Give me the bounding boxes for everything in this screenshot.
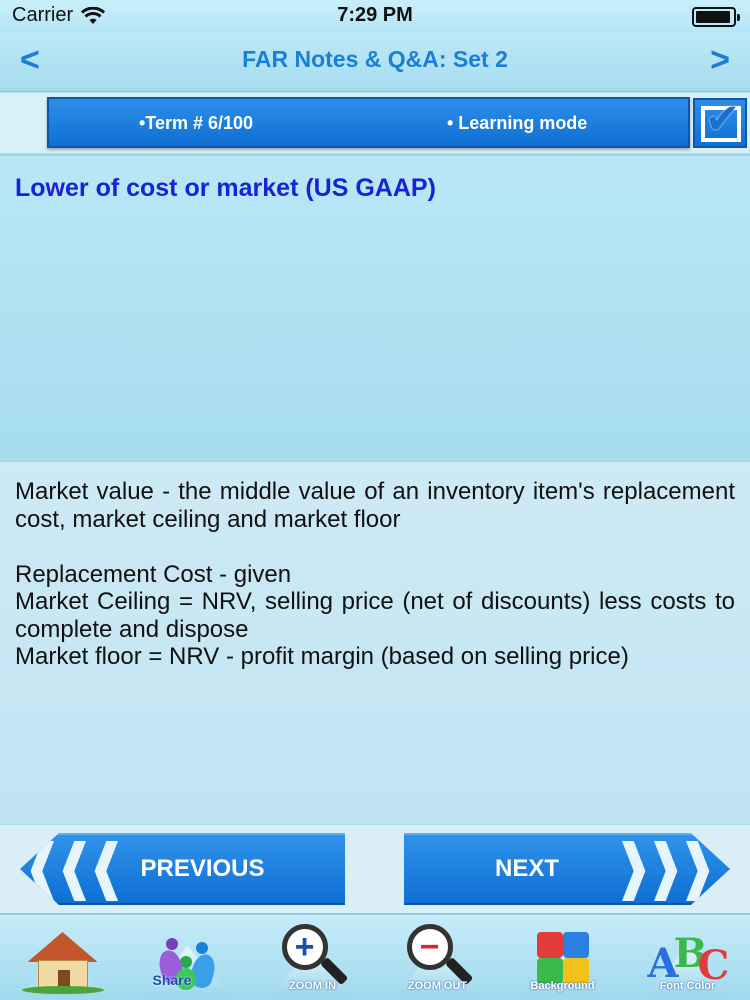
next-set-button[interactable]: >: [710, 40, 730, 80]
background-button[interactable]: Background: [508, 916, 618, 1000]
battery-icon: [692, 7, 740, 27]
definition-text: Market value - the middle value of an in…: [15, 478, 735, 671]
clock: 7:29 PM: [337, 4, 413, 26]
definition-line: Market value - the middle value of an in…: [15, 478, 735, 533]
page-title: FAR Notes & Q&A: Set 2: [242, 46, 508, 72]
zoom-in-button[interactable]: + ZOOM IN: [258, 916, 368, 1000]
navigation-bar: < FAR Notes & Q&A: Set 2 >: [0, 32, 750, 92]
term-strip: •Term # 6/100 • Learning mode ✔: [0, 93, 750, 153]
background-label: Background: [530, 980, 595, 992]
zoom-out-button[interactable]: − ZOOM OUT: [383, 916, 493, 1000]
font-color-label: Font Color: [659, 980, 716, 992]
term-title: Lower of cost or market (US GAAP): [15, 174, 436, 202]
chevrons-right-icon: [622, 835, 712, 905]
chevrons-left-icon: [28, 835, 118, 905]
definition-panel: Market value - the middle value of an in…: [0, 460, 750, 824]
term-title-panel: Lower of cost or market (US GAAP): [0, 154, 750, 459]
definition-line: Market floor = NRV - profit margin (base…: [15, 643, 629, 670]
term-counter: •Term # 6/100: [139, 113, 254, 133]
share-button[interactable]: Share: [133, 916, 243, 1000]
home-button[interactable]: [8, 916, 118, 1000]
definition-line: Replacement Cost - given: [15, 560, 292, 588]
previous-button[interactable]: PREVIOUS: [20, 833, 345, 905]
home-icon: [21, 932, 104, 994]
next-button[interactable]: NEXT: [404, 833, 730, 905]
term-info-bar: •Term # 6/100 • Learning mode: [47, 97, 690, 148]
zoom-in-label: ZOOM IN: [288, 980, 337, 992]
previous-button-label: PREVIOUS: [140, 855, 265, 882]
pager: PREVIOUS NEXT: [0, 825, 750, 913]
next-button-label: NEXT: [494, 855, 559, 882]
status-bar: Carrier 7:29 PM: [0, 0, 750, 32]
font-color-button[interactable]: A B C Font Color: [633, 916, 743, 1000]
definition-line: Market Ceiling = NRV, selling price (net…: [15, 588, 735, 643]
learned-checkbox[interactable]: ✔: [693, 95, 747, 148]
share-label: Share: [152, 972, 192, 988]
bottom-toolbar: Share + ZOOM IN − ZOOM OUT Background A …: [0, 913, 750, 1000]
zoom-out-label: ZOOM OUT: [407, 980, 468, 992]
mode-label: • Learning mode: [447, 113, 588, 133]
checkmark-icon: ✔: [705, 95, 741, 142]
